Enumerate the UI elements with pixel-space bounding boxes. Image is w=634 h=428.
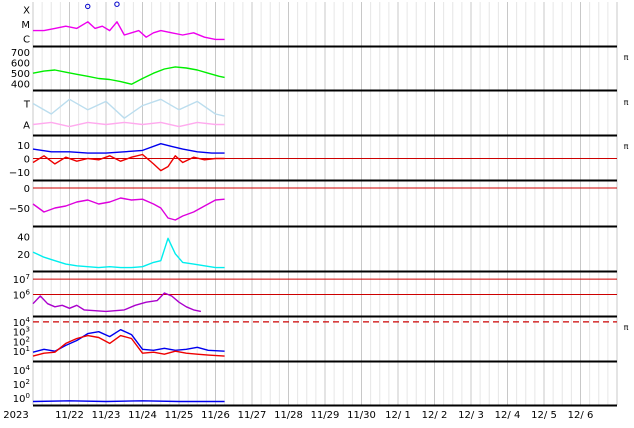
right-label: π: [624, 323, 629, 332]
series-line: [32, 153, 225, 172]
y-tick-label: 0: [24, 155, 30, 166]
x-tick-label: 12/ 1: [385, 410, 411, 421]
y-tick-label: T: [23, 100, 31, 111]
y-tick-label: 104: [13, 364, 31, 377]
y-tick-label: 0: [24, 184, 30, 195]
y-tick-label: 500: [11, 69, 30, 80]
series-line: [32, 400, 225, 403]
x-tick-label: 12/ 5: [531, 410, 557, 421]
series-line: [32, 66, 225, 85]
chart-svg: XMC700600500400πTAπ100−10π0−504020107106…: [3, 1, 629, 421]
x-tick-label: 11/27: [238, 410, 267, 421]
y-tick-label: C: [23, 35, 30, 46]
x-tick-label: 12/ 6: [568, 410, 594, 421]
x-tick-label: 12/ 2: [422, 410, 448, 421]
y-tick-label: −10: [9, 168, 30, 179]
y-tick-label: 400: [11, 80, 30, 91]
x-tick-label: 11/26: [201, 410, 230, 421]
y-tick-label: 101: [13, 345, 30, 358]
y-tick-label: 10: [17, 141, 30, 152]
x-tick-label: 11/24: [128, 410, 157, 421]
x-tick-label: 11/30: [347, 410, 376, 421]
x-tick-label: 12/ 3: [458, 410, 484, 421]
y-tick-label: 102: [13, 378, 30, 391]
y-tick-label: 700: [11, 48, 30, 59]
y-tick-label: X: [23, 5, 30, 16]
y-tick-label: M: [21, 20, 30, 31]
series-line: [32, 237, 225, 269]
x-tick-label: 11/28: [274, 410, 303, 421]
y-tick-label: −50: [9, 204, 30, 215]
series-line: [32, 98, 225, 119]
y-tick-label: 107: [13, 273, 30, 286]
y-tick-label: A: [23, 121, 30, 132]
x-tick-label: 11/25: [165, 410, 194, 421]
x-tick-label: 12/ 4: [495, 410, 521, 421]
x-tick-label: 11/23: [92, 410, 121, 421]
series-line: [32, 121, 225, 128]
right-label: π: [624, 142, 629, 151]
series-line: [32, 292, 202, 313]
y-tick-label: 40: [17, 233, 30, 244]
y-tick-label: 600: [11, 59, 30, 70]
y-tick-label: 20: [17, 250, 30, 261]
series-line: [33, 21, 225, 41]
right-label: π: [624, 53, 629, 62]
series-line: [32, 334, 225, 357]
y-tick-label: 100: [13, 392, 30, 405]
series-line: [32, 197, 225, 221]
x-tick-label: 2023: [3, 410, 28, 421]
series-line: [32, 329, 225, 353]
series-line: [32, 142, 225, 154]
x-tick-label: 11/29: [311, 410, 340, 421]
x-tick-label: 11/22: [55, 410, 84, 421]
right-label: π: [624, 98, 629, 107]
space-weather-chart: X M C 700 600 500 400 π T Aπ 10 0 −10 π 0 −50 40 20 107 106…: [0, 0, 634, 424]
y-tick-label: 106: [13, 289, 31, 302]
